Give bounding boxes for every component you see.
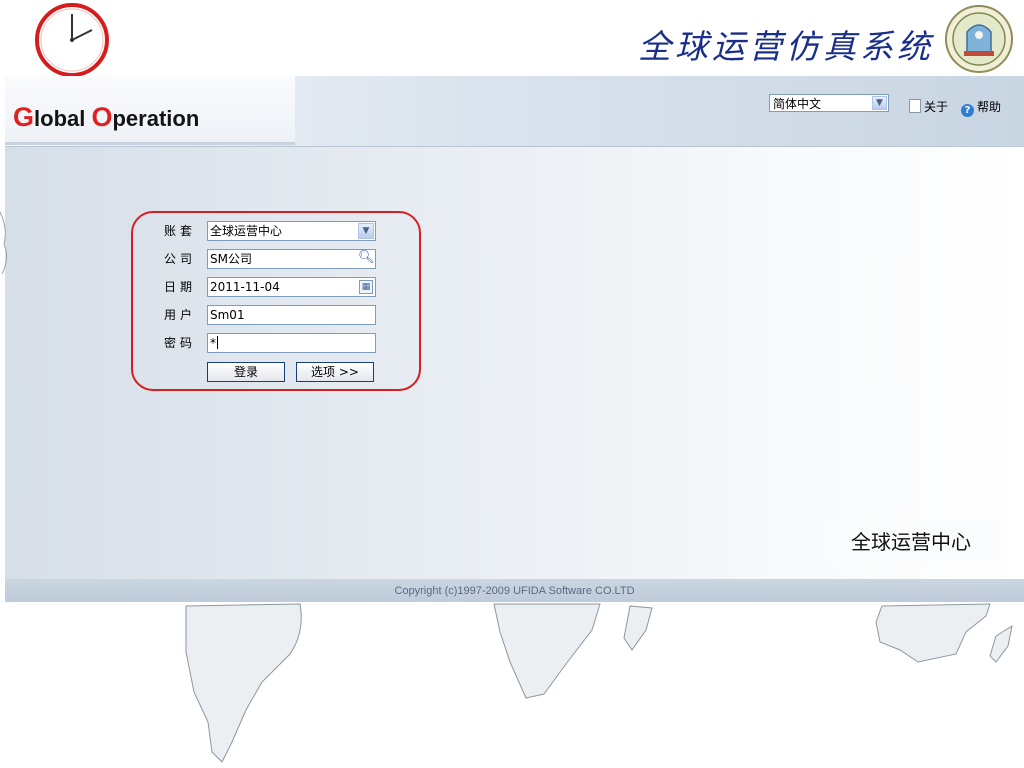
password-field[interactable]: * xyxy=(207,333,376,353)
user-field[interactable]: Sm01 xyxy=(207,305,376,325)
chevron-down-icon[interactable]: ▼ xyxy=(872,96,887,110)
university-seal-icon xyxy=(945,5,1013,73)
help-link[interactable]: ? 帮助 xyxy=(961,98,1001,117)
language-select[interactable]: 简体中文 ▼ xyxy=(769,94,889,112)
clock-icon xyxy=(35,3,109,77)
password-label: 密码 xyxy=(164,336,197,350)
system-title: 全球运营仿真系统 xyxy=(638,27,934,66)
brand-tab: Global Operation xyxy=(5,76,295,145)
calendar-icon[interactable]: ▦ xyxy=(359,280,373,294)
account-set-label: 账套 xyxy=(164,224,197,238)
about-link[interactable]: 关于 xyxy=(909,98,948,115)
date-field[interactable]: 2011-11-04 ▦ xyxy=(207,277,376,297)
help-icon: ? xyxy=(961,104,974,117)
document-icon xyxy=(909,99,921,113)
brand-word-global: lobal xyxy=(34,106,92,131)
text-caret xyxy=(217,336,218,349)
header-bar: Global Operation 简体中文 ▼ 关于 ? 帮助 xyxy=(5,76,1024,147)
brand-initial-g: G xyxy=(13,102,35,132)
help-label: 帮助 xyxy=(977,100,1002,114)
language-value: 简体中文 xyxy=(773,97,822,111)
map-edge-decoration xyxy=(0,211,8,275)
brand-word-operation: peration xyxy=(112,106,200,131)
password-value: * xyxy=(210,336,216,350)
options-button[interactable]: 选项 >> xyxy=(296,362,374,382)
operation-center-label: 全球运营中心 xyxy=(822,522,1000,562)
company-field[interactable]: SM公司 🔍︎ xyxy=(207,249,376,269)
company-label: 公司 xyxy=(164,252,197,266)
company-value: SM公司 xyxy=(210,252,252,266)
brand-initial-o: O xyxy=(91,102,113,132)
account-set-value: 全球运营中心 xyxy=(210,224,283,238)
date-label: 日期 xyxy=(164,280,197,294)
user-label: 用户 xyxy=(164,308,197,322)
brand-logo: Global Operation xyxy=(13,102,199,133)
account-set-select[interactable]: 全球运营中心 ▼ xyxy=(207,221,376,241)
chevron-down-icon[interactable]: ▼ xyxy=(358,223,374,239)
search-icon[interactable]: 🔍︎ xyxy=(358,251,375,267)
world-map-decoration xyxy=(185,603,1013,763)
date-value: 2011-11-04 xyxy=(210,280,280,294)
login-button[interactable]: 登录 xyxy=(207,362,285,382)
footer-bar: Copyright (c)1997-2009 UFIDA Software CO… xyxy=(5,579,1024,602)
copyright-text: Copyright (c)1997-2009 UFIDA Software CO… xyxy=(394,585,635,597)
about-label: 关于 xyxy=(924,100,949,114)
user-value: Sm01 xyxy=(210,308,245,322)
